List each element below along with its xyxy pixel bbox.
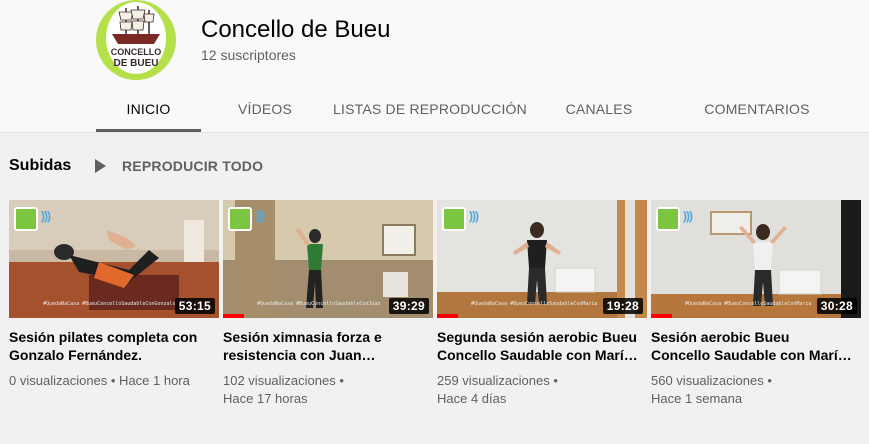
tab-videos[interactable]: VÍDEOS: [201, 86, 329, 132]
ship-icon: CONCELLO DE BUEU: [111, 6, 162, 69]
channel-header: CONCELLO DE BUEU Concello de Bueu 12 sus…: [0, 0, 869, 132]
video-title-line: Concello Saudable con Marí…: [437, 347, 638, 363]
video-card[interactable]: ))) #QuedaNaCasa #BueuConcelloSaudableCo…: [651, 200, 861, 408]
video-title[interactable]: Sesión pilates completa con Gonzalo Fern…: [9, 328, 219, 364]
thumbnail-wave-icon: ))): [255, 209, 265, 223]
video-title[interactable]: Segunda sesión aerobic Bueu Concello Sau…: [437, 328, 647, 364]
video-duration: 39:29: [388, 298, 429, 314]
svg-text:CONCELLO: CONCELLO: [111, 47, 162, 57]
thumbnail-hashtag: #QuedaNaCasa #BueuConcelloSaudableConMar…: [685, 301, 812, 307]
video-thumbnail[interactable]: ))) #QuedaNaCasa #BueuConcelloSaudableCo…: [437, 200, 647, 318]
video-meta-line: Hace 17 horas: [223, 391, 308, 406]
video-duration: 53:15: [174, 298, 215, 314]
thumbnail-logo-icon: [14, 207, 38, 231]
video-card[interactable]: ))) #QuedaNaCasa #BueuConcelloSaudableCo…: [223, 200, 433, 408]
video-metadata: 0 visualizaciones • Hace 1 hora: [9, 372, 219, 390]
tab-canales[interactable]: CANALES: [531, 86, 667, 132]
video-title[interactable]: Sesión aerobic Bueu Concello Saudable co…: [651, 328, 861, 364]
thumbnail-hashtag: #QuedaNaCasa #BueuConcelloSaudableConJua…: [257, 301, 381, 307]
video-card[interactable]: ))) #QuedaNaCasa #BueuConcelloSaudableCo…: [437, 200, 647, 408]
section-title[interactable]: Subidas: [9, 157, 71, 175]
channel-tabs: INICIO VÍDEOS LISTAS DE REPRODUCCIÓN CAN…: [96, 86, 847, 132]
watch-progress-bar: [651, 314, 672, 318]
thumbnail-logo-icon: [442, 207, 466, 231]
thumbnail-logo-icon: [228, 207, 252, 231]
video-metadata: 102 visualizaciones • Hace 17 horas: [223, 372, 433, 408]
video-metadata: 259 visualizaciones • Hace 4 días: [437, 372, 647, 408]
svg-text:DE BUEU: DE BUEU: [113, 58, 158, 69]
video-title-line: Sesión aerobic Bueu: [651, 329, 790, 345]
play-all-label: REPRODUCIR TODO: [122, 158, 264, 174]
video-thumbnail[interactable]: ))) #QuedaNaCasa #BueuConcelloSaudableCo…: [223, 200, 433, 318]
video-title-line: Sesión ximnasia forza e: [223, 329, 382, 345]
video-meta-line: Hace 1 semana: [651, 391, 743, 406]
subscriber-count: 12 suscriptores: [201, 47, 296, 63]
tab-comentarios[interactable]: COMENTARIOS: [667, 86, 847, 132]
video-meta-line: 102 visualizaciones •: [223, 373, 344, 388]
video-duration: 30:28: [816, 298, 857, 314]
video-title[interactable]: Sesión ximnasia forza e resistencia con …: [223, 328, 433, 364]
play-icon: [95, 159, 106, 173]
channel-title: Concello de Bueu: [201, 16, 391, 43]
video-meta-line: 560 visualizaciones •: [651, 373, 772, 388]
thumbnail-hashtag: #QuedaNaCasa #BueuConcelloSaudableConMar…: [471, 301, 598, 307]
video-thumbnail[interactable]: ))) #QuedaNaCasa #BueuConcelloSaudableCo…: [9, 200, 219, 318]
watch-progress-bar: [223, 314, 244, 318]
video-title-line: Gonzalo Fernández.: [9, 347, 143, 363]
avatar-logo: CONCELLO DE BUEU: [106, 2, 166, 74]
thumbnail-hashtag: #QuedaNaCasa #BueuConcelloSaudableConGon…: [43, 301, 176, 307]
uploads-section: Subidas REPRODUCIR TODO ))) #QuedaNaCasa…: [0, 133, 869, 444]
video-meta-line: 0 visualizaciones • Hace 1 hora: [9, 373, 190, 388]
thumbnail-wave-icon: ))): [469, 209, 479, 223]
tab-inicio[interactable]: INICIO: [96, 86, 201, 132]
play-all-button[interactable]: REPRODUCIR TODO: [95, 158, 263, 174]
thumbnail-logo-icon: [656, 207, 680, 231]
video-metadata: 560 visualizaciones • Hace 1 semana: [651, 372, 861, 408]
video-meta-line: 259 visualizaciones •: [437, 373, 558, 388]
video-title-line: Segunda sesión aerobic Bueu: [437, 329, 637, 345]
video-card[interactable]: ))) #QuedaNaCasa #BueuConcelloSaudableCo…: [9, 200, 219, 390]
thumbnail-wave-icon: ))): [41, 209, 51, 223]
channel-avatar[interactable]: CONCELLO DE BUEU: [96, 0, 176, 80]
video-title-line: Concello Saudable con Marí…: [651, 347, 852, 363]
video-meta-line: Hace 4 días: [437, 391, 507, 406]
thumbnail-wave-icon: ))): [683, 209, 693, 223]
tab-listas-de-reproduccion[interactable]: LISTAS DE REPRODUCCIÓN: [329, 86, 531, 132]
video-duration: 19:28: [602, 298, 643, 314]
watch-progress-bar: [437, 314, 458, 318]
video-thumbnail[interactable]: ))) #QuedaNaCasa #BueuConcelloSaudableCo…: [651, 200, 861, 318]
video-title-line: Sesión pilates completa con: [9, 329, 198, 345]
video-title-line: resistencia con Juan…: [223, 347, 376, 363]
